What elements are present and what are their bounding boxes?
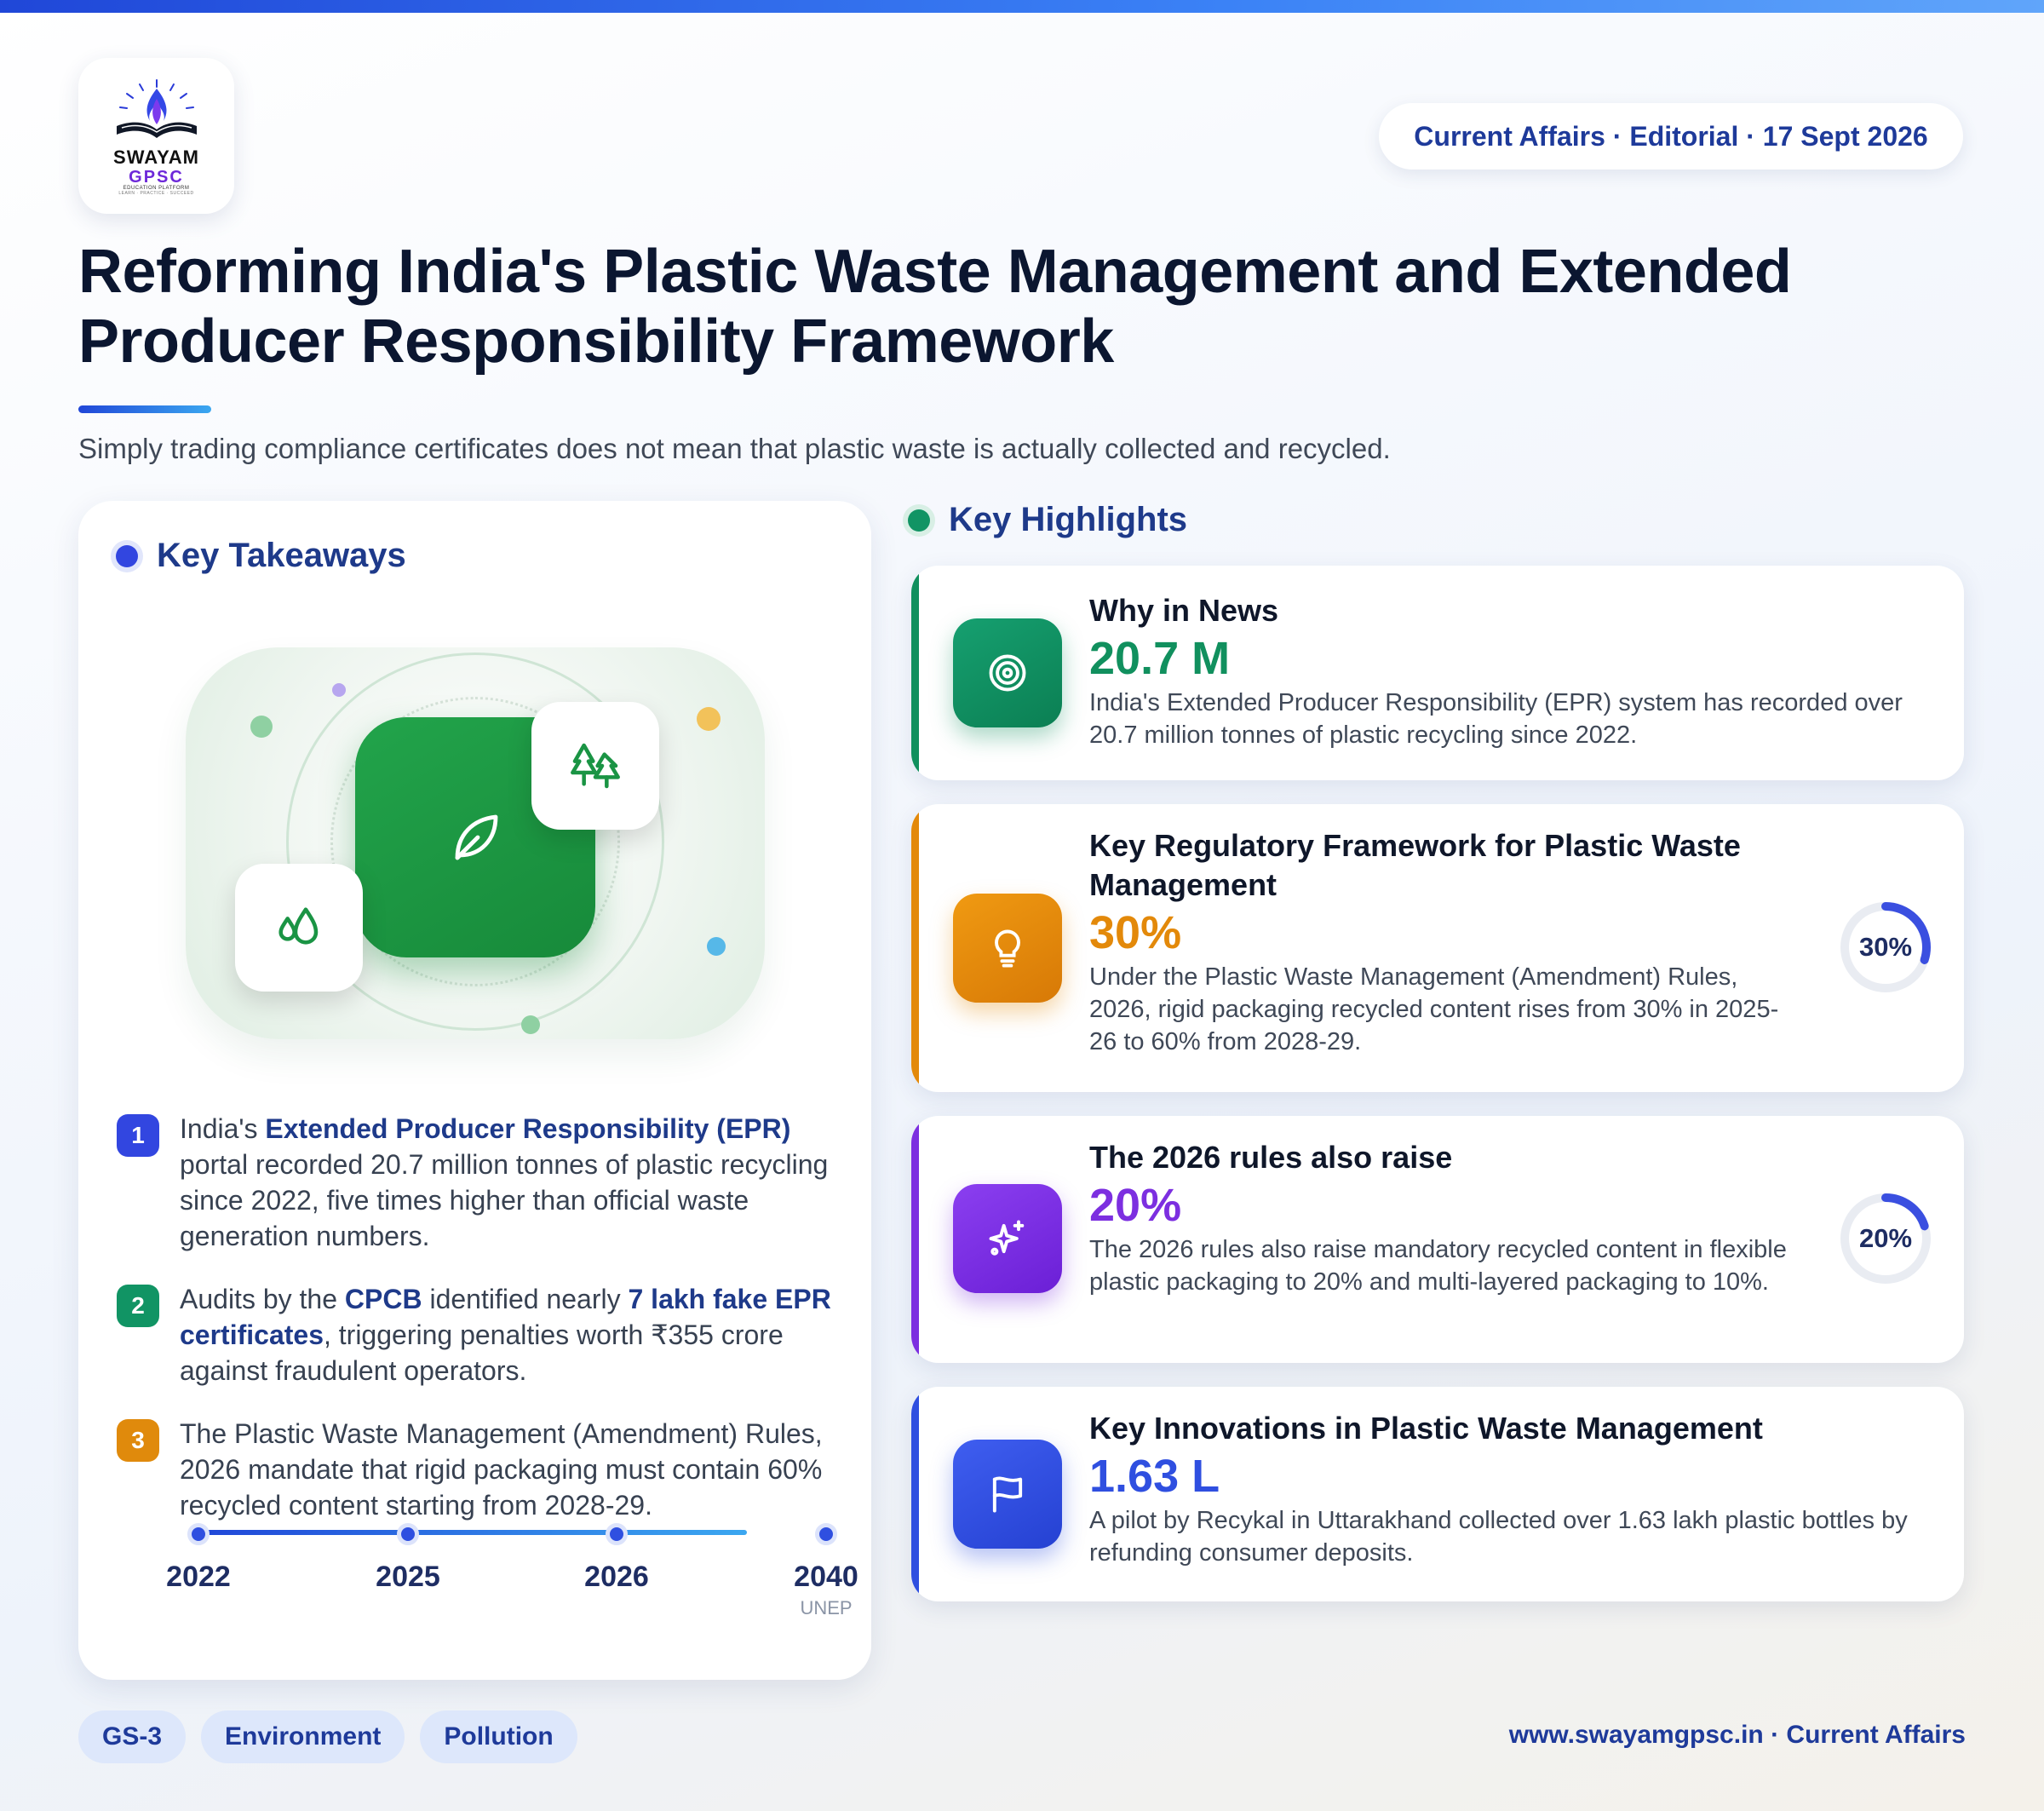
sparkle-icon: [989, 1220, 1025, 1256]
card-body: Key Regulatory Framework for Plastic Was…: [1089, 826, 1796, 1058]
progress-gauge: 30%: [1838, 900, 1933, 995]
timeline-node: 2025: [340, 1523, 476, 1594]
card-body: The 2026 rules also raise 20% The 2026 r…: [1089, 1138, 1796, 1298]
decor-dot: [250, 716, 273, 738]
timeline: 2022 2025 2026 2040 UNEP: [117, 1523, 858, 1651]
timeline-note: UNEP: [800, 1597, 853, 1618]
page-subtitle: Simply trading compliance certificates d…: [78, 433, 1391, 464]
topic-tags: GS-3 Environment Pollution: [78, 1710, 577, 1763]
timeline-dot: [397, 1523, 419, 1545]
tag-environment[interactable]: Environment: [201, 1710, 405, 1763]
key-highlights-heading: Key Highlights: [908, 501, 1187, 539]
card-stat: 20.7 M: [1089, 633, 1231, 684]
timeline-year: 2040: [794, 1561, 858, 1593]
card-accent-bar: [911, 804, 919, 1092]
heading-dot-icon: [116, 544, 138, 567]
takeaways-list: 1 India's Extended Producer Responsibili…: [117, 1111, 832, 1550]
card-accent-bar: [911, 566, 919, 780]
card-icon-tile: [953, 1440, 1062, 1549]
tree-tile: [531, 702, 659, 830]
highlight-card-2026-rules: The 2026 rules also raise 20% The 2026 r…: [911, 1116, 1964, 1363]
progress-gauge: 20%: [1838, 1191, 1933, 1286]
water-drop-icon: [278, 907, 319, 945]
date-badge: Current Affairs · Editorial · 17 Sept 20…: [1379, 103, 1963, 170]
card-stat: 1.63 L: [1089, 1451, 1220, 1502]
decor-dot: [697, 707, 721, 731]
tag-pollution[interactable]: Pollution: [420, 1710, 577, 1763]
timeline-year: 2022: [166, 1561, 231, 1593]
decor-dot: [332, 683, 346, 697]
card-body: Why in News 20.7 M India's Extended Prod…: [1089, 591, 1941, 751]
leaf-icon: [455, 814, 498, 860]
water-tile: [235, 864, 363, 992]
highlight-term: CPCB: [344, 1284, 422, 1314]
card-stat: 30%: [1089, 907, 1182, 958]
card-icon-tile: [953, 894, 1062, 1003]
timeline-dot: [815, 1523, 837, 1545]
website-link[interactable]: www.swayamgpsc.in · Current Affairs: [1509, 1721, 1966, 1750]
card-description: A pilot by Recykal in Uttarakhand collec…: [1089, 1507, 1908, 1567]
text-run: India's: [180, 1113, 266, 1144]
card-icon-tile: [953, 618, 1062, 727]
takeaway-text: Audits by the CPCB identified nearly 7 l…: [180, 1281, 832, 1388]
text-run: identified nearly: [422, 1284, 629, 1314]
top-accent-bar: [0, 0, 2044, 13]
heading-dot-icon: [908, 509, 930, 532]
key-highlights-label: Key Highlights: [949, 501, 1188, 538]
lightbulb-icon: [995, 929, 1020, 968]
timeline-year: 2026: [584, 1561, 649, 1593]
item-number-badge: 1: [117, 1114, 159, 1157]
takeaway-text: India's Extended Producer Responsibility…: [180, 1111, 832, 1254]
list-item: 1 India's Extended Producer Responsibili…: [117, 1111, 832, 1254]
list-item: 2 Audits by the CPCB identified nearly 7…: [117, 1281, 832, 1388]
logo-motto: LEARN · PRACTICE · SUCCEED: [118, 190, 194, 196]
logo-wordmark-sub: GPSC: [129, 167, 184, 187]
key-takeaways-card: Key Takeaways 1 India's Extended Produce…: [78, 501, 871, 1680]
highlight-card-regulatory-framework: Key Regulatory Framework for Plastic Was…: [911, 804, 1964, 1092]
key-takeaways-label: Key Takeaways: [157, 537, 406, 574]
key-takeaways-heading: Key Takeaways: [116, 537, 406, 575]
takeaway-text: The Plastic Waste Management (Amendment)…: [180, 1418, 823, 1521]
title-underline: [78, 405, 211, 413]
item-number-badge: 3: [117, 1419, 159, 1462]
card-accent-bar: [911, 1387, 919, 1601]
card-title: Why in News: [1089, 593, 1279, 628]
list-item: 3 The Plastic Waste Management (Amendmen…: [117, 1416, 832, 1523]
card-title: Key Innovations in Plastic Waste Managem…: [1089, 1411, 1763, 1446]
card-icon-tile: [953, 1184, 1062, 1293]
timeline-node: 2022: [130, 1523, 267, 1594]
timeline-year: 2025: [376, 1561, 440, 1593]
gauge-label: 30%: [1858, 932, 1913, 962]
gauge-label: 20%: [1858, 1223, 1913, 1253]
logo-wordmark: SWAYAM: [113, 146, 199, 168]
flag-icon: [992, 1476, 1023, 1513]
decor-dot: [521, 1015, 540, 1034]
text-run: Audits by the: [180, 1284, 345, 1314]
brand-logo: SWAYAM GPSC EDUCATION PLATFORM LEARN · P…: [78, 58, 234, 214]
card-description: India's Extended Producer Responsibility…: [1089, 689, 1903, 749]
card-stat: 20%: [1089, 1180, 1182, 1231]
timeline-dot: [187, 1523, 210, 1545]
item-number-badge: 2: [117, 1285, 159, 1327]
highlight-card-why-in-news: Why in News 20.7 M India's Extended Prod…: [911, 566, 1964, 780]
timeline-dot: [606, 1523, 628, 1545]
card-accent-bar: [911, 1116, 919, 1363]
card-body: Key Innovations in Plastic Waste Managem…: [1089, 1409, 1941, 1569]
card-description: The 2026 rules also raise mandatory recy…: [1089, 1236, 1787, 1296]
highlight-term: Extended Producer Responsibility (EPR): [265, 1113, 791, 1144]
card-title: Key Regulatory Framework for Plastic Was…: [1089, 828, 1741, 902]
text-run: portal recorded 20.7 million tonnes of p…: [180, 1149, 829, 1251]
timeline-node: 2040 UNEP: [758, 1523, 894, 1619]
tag-gs3[interactable]: GS-3: [78, 1710, 187, 1763]
page-title: Reforming India's Plastic Waste Manageme…: [78, 238, 1792, 376]
logo-emblem-icon: [116, 78, 197, 138]
decor-dot: [707, 937, 726, 956]
card-title: The 2026 rules also raise: [1089, 1140, 1453, 1175]
highlight-card-innovations: Key Innovations in Plastic Waste Managem…: [911, 1387, 1964, 1601]
target-icon: [989, 654, 1026, 692]
card-description: Under the Plastic Waste Management (Amen…: [1089, 963, 1779, 1055]
illustration: [186, 647, 765, 1039]
tree-icon: [571, 743, 620, 789]
timeline-node: 2026: [548, 1523, 685, 1594]
